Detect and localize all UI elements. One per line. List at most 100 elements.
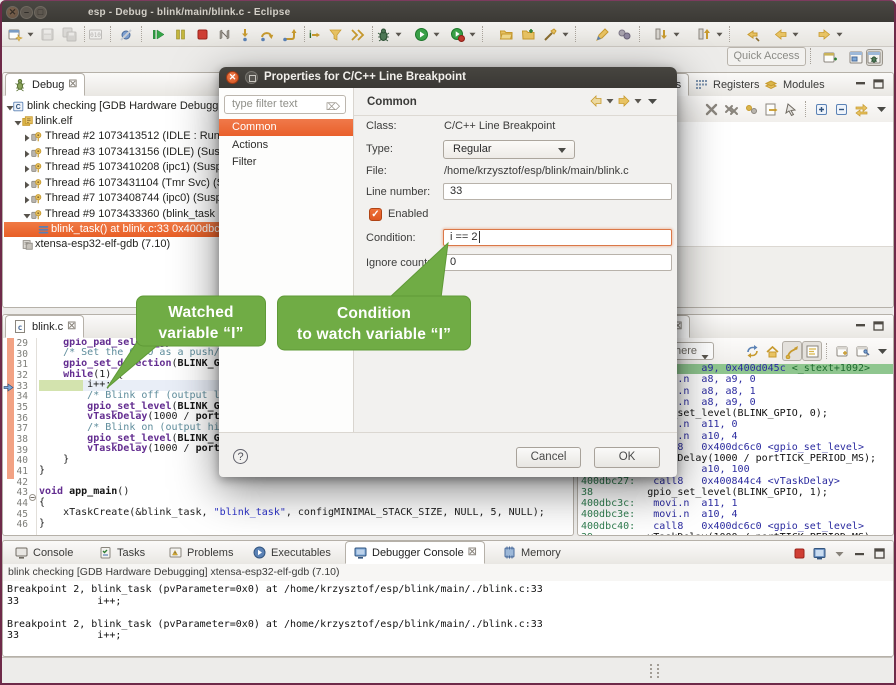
step-over-button[interactable] <box>258 25 276 43</box>
close-tab-icon[interactable]: ☒ <box>468 548 477 558</box>
dialog-close-button[interactable]: ✕ <box>226 71 239 84</box>
dialog-section-filter[interactable]: Filter <box>219 154 353 171</box>
code-line[interactable]: xTaskCreate(&blink_task, "blink_task", c… <box>39 508 545 519</box>
skip-all-breakpoints-button[interactable] <box>117 25 135 43</box>
previous-annotation-dropdown[interactable] <box>715 25 724 43</box>
display-console-button[interactable] <box>810 543 828 563</box>
enabled-checkbox[interactable]: ✓ <box>369 208 382 221</box>
pin-view-button[interactable] <box>852 341 872 361</box>
goto-file-button[interactable] <box>761 99 781 119</box>
back-button[interactable] <box>771 25 789 43</box>
code-line[interactable]: void app_main() <box>39 487 129 498</box>
show-supported-breakpoints-button[interactable] <box>741 99 761 119</box>
skip-breakpoints-button[interactable] <box>781 99 801 119</box>
maximize-button[interactable] <box>870 543 888 563</box>
close-tab-icon[interactable]: ☒ <box>68 80 77 90</box>
debug-button[interactable] <box>374 25 392 43</box>
dialog-section-common[interactable]: Common <box>219 119 353 136</box>
disassembly-row[interactable]: 400dbc27: call8 0x400844c4 <vTaskDelay> <box>581 476 893 487</box>
cpp-perspective-button[interactable] <box>848 49 865 66</box>
breakpoints-view-maximize[interactable] <box>872 78 885 90</box>
back-arrow-icon[interactable] <box>589 95 603 107</box>
status-grip[interactable] <box>650 664 659 678</box>
back-dropdown[interactable] <box>791 25 800 43</box>
profile-button[interactable] <box>448 25 466 43</box>
last-edit-location-button[interactable] <box>743 25 761 43</box>
expand-all-button[interactable] <box>811 99 831 119</box>
debug-perspective-button[interactable] <box>866 49 883 66</box>
help-button[interactable]: ? <box>233 449 248 464</box>
close-tab-icon[interactable]: ☒ <box>67 322 76 332</box>
open-project-button[interactable] <box>519 25 537 43</box>
back-history-dropdown[interactable] <box>606 98 614 104</box>
refresh-button[interactable] <box>742 341 762 361</box>
follow-execution-button[interactable] <box>782 341 802 361</box>
window-minimize-button[interactable]: – <box>20 6 33 19</box>
view-menu-button[interactable] <box>872 341 892 361</box>
forward-history-dropdown[interactable] <box>634 98 642 104</box>
new-wizard-button[interactable] <box>6 25 24 43</box>
tab-problems[interactable]: Problems <box>161 541 240 564</box>
disassembly-row[interactable]: 400dbc3e: movi.n a10, 4 <box>581 509 893 520</box>
window-maximize-button[interactable]: □ <box>34 6 47 19</box>
external-tools-button[interactable] <box>541 25 559 43</box>
collapse-all-button[interactable] <box>831 99 851 119</box>
view-menu-button[interactable] <box>871 99 891 119</box>
remove-breakpoint-button[interactable] <box>701 99 721 119</box>
disassembly-view-maximize[interactable] <box>872 320 885 332</box>
tab-console[interactable]: Console <box>7 541 80 564</box>
code-line[interactable]: } <box>39 466 45 477</box>
resume-button[interactable] <box>149 25 167 43</box>
disassembly-view-minimize[interactable] <box>854 320 867 332</box>
home-button[interactable] <box>762 341 782 361</box>
open-perspective-button[interactable] <box>822 49 839 66</box>
tab-debugger-console[interactable]: Debugger Console☒ <box>345 541 485 564</box>
next-annotation-button[interactable] <box>652 25 670 43</box>
forward-arrow-icon[interactable] <box>617 95 631 107</box>
clear-filter-icon[interactable]: ⌦ <box>326 99 340 116</box>
run-button[interactable] <box>412 25 430 43</box>
spheres-button[interactable] <box>615 25 633 43</box>
disassembly-row[interactable]: 400dbc3c: movi.n a11, 1 <box>581 498 893 509</box>
tab-registers[interactable]: Registers <box>687 73 766 96</box>
binary-button[interactable]: 010 <box>86 25 104 43</box>
minimize-button[interactable] <box>850 543 868 563</box>
dialog-filter-input[interactable]: type filter text ⌦ <box>224 95 346 114</box>
type-dropdown[interactable]: Regular <box>443 140 575 159</box>
console-output[interactable]: Breakpoint 2, blink_task (pvParameter=0x… <box>3 581 893 656</box>
suspend-button[interactable] <box>171 25 189 43</box>
open-new-view-button[interactable] <box>832 341 852 361</box>
save-all-button[interactable] <box>60 25 78 43</box>
save-button[interactable] <box>38 25 56 43</box>
forward-dropdown[interactable] <box>835 25 844 43</box>
dialog-section-actions[interactable]: Actions <box>219 137 353 154</box>
tab-blink-c[interactable]: cblink.c☒ <box>5 315 84 338</box>
previous-annotation-button[interactable] <box>695 25 713 43</box>
terminate-console-button[interactable] <box>790 543 808 563</box>
disassembly-row[interactable]: 400dbc40: call8 0x400dc6c0 <gpio_set_lev… <box>581 521 893 532</box>
step-return-button[interactable] <box>280 25 298 43</box>
cancel-button[interactable]: Cancel <box>516 447 581 468</box>
tab-memory[interactable]: Memory <box>495 541 568 564</box>
link-with-debug-button[interactable] <box>851 99 871 119</box>
tab-modules[interactable]: Modules <box>757 73 832 96</box>
breakpoints-view-minimize[interactable] <box>854 78 867 90</box>
disassembly-row[interactable]: 39 vTaskDelay(1000 / portTICK_PERIOD_MS)… <box>581 532 893 535</box>
open-folder-button[interactable] <box>497 25 515 43</box>
new-wizard-dropdown[interactable] <box>26 25 35 43</box>
ok-button[interactable]: OK <box>594 447 660 468</box>
chevron-down-icon[interactable] <box>701 349 709 360</box>
forward-button[interactable] <box>815 25 833 43</box>
condition-input[interactable]: i == 2 <box>443 229 672 246</box>
external-tools-dropdown[interactable] <box>561 25 570 43</box>
terminate-button[interactable] <box>193 25 211 43</box>
tab-tasks[interactable]: Tasks <box>91 541 152 564</box>
ignore-count-input[interactable]: 0 <box>443 254 672 271</box>
marker-pen-button[interactable] <box>593 25 611 43</box>
quick-access-input[interactable]: Quick Access <box>727 47 806 66</box>
console-menu-button[interactable] <box>830 543 848 563</box>
use-step-filters-button[interactable] <box>326 25 344 43</box>
dialog-view-menu[interactable] <box>645 94 660 109</box>
disassembly-row[interactable]: 38 gpio_set_level(BLINK_GPIO, 1); <box>581 487 893 498</box>
tab-debug[interactable]: Debug☒ <box>5 73 85 96</box>
